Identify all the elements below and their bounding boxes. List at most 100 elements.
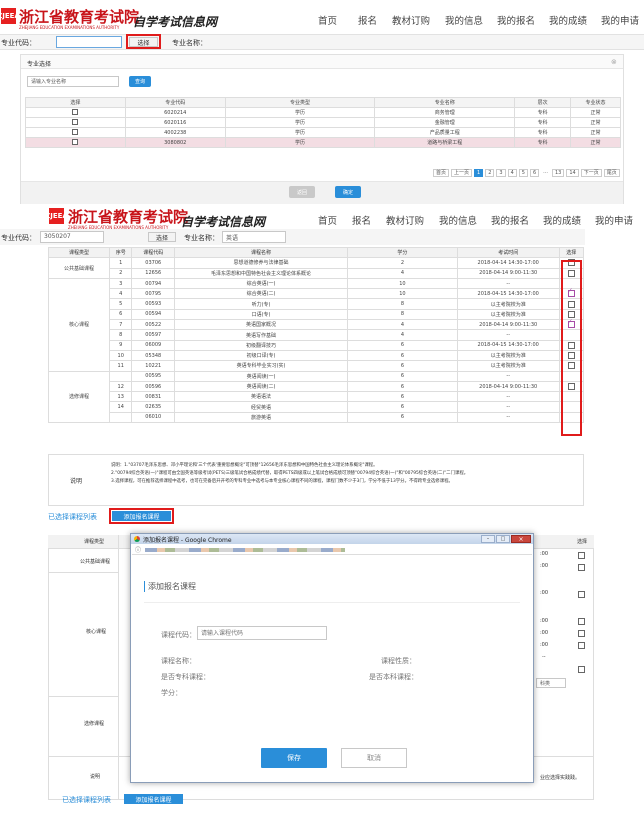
page-last[interactable]: 尾页 — [603, 169, 620, 177]
row-checkbox[interactable] — [72, 119, 79, 126]
cell-name: 道路与桥梁工程 — [374, 137, 516, 148]
code-input[interactable] — [56, 36, 122, 48]
page-2[interactable]: 2 — [485, 169, 495, 177]
close-icon[interactable]: ⊗ — [611, 58, 617, 66]
bg-time: :00 — [540, 642, 549, 648]
cell-code: 00794 — [131, 277, 176, 290]
table-row[interactable]: 选修课程 00595 英语阅读(一) 6 -- — [47, 370, 585, 424]
course-checkbox[interactable] — [578, 552, 585, 559]
modal-heading: 添加报名课程 — [144, 581, 196, 592]
cell-code: 12656 — [131, 267, 176, 279]
page-4[interactable]: 4 — [507, 169, 517, 177]
maximize-button[interactable]: □ — [496, 535, 510, 543]
select-button[interactable]: 选择 — [129, 37, 158, 47]
table-row[interactable]: 5 00593 听力(专) 8 以主考院校为准 — [49, 298, 585, 310]
nav-my-info[interactable]: 我的信息 — [445, 13, 497, 27]
cell-name: 英语阅读(二) — [174, 380, 348, 393]
course-checkbox[interactable] — [578, 564, 585, 571]
course-checkbox[interactable] — [578, 666, 585, 673]
course-checkbox[interactable] — [578, 591, 585, 598]
table-row[interactable]: 14 02635 经贸英语 6 -- — [49, 401, 585, 413]
cell-time: 以主考院校为准 — [456, 349, 560, 362]
confirm-button[interactable]: 确定 — [335, 186, 361, 198]
table-row[interactable]: 6020214 学历 商务管理 专科 正常 — [25, 107, 621, 118]
table-row[interactable]: 6020116 学历 金融管理 专科 正常 — [25, 117, 621, 128]
nav-home[interactable]: 首页 — [318, 13, 358, 27]
nav-textbook[interactable]: 教材订购 — [392, 13, 445, 27]
table-row[interactable]: 9 06009 初级翻译技巧 6 2018-04-15 14:30-17:00 — [49, 339, 585, 351]
table-row[interactable]: 6 00594 口语(专) 8 以主考院校为准 — [49, 308, 585, 321]
credit-label: 学分： — [161, 689, 182, 697]
nav-my-score[interactable]: 我的成绩 — [543, 213, 595, 227]
add-course-button[interactable]: 添加报名课程 — [112, 511, 171, 521]
nav-register[interactable]: 报名 — [352, 213, 386, 227]
add-course-button[interactable]: 添加报名课程 — [124, 794, 183, 804]
table-row[interactable]: 12 00596 英语阅读(二) 6 2018-04-14 9:00-11:30 — [49, 380, 585, 393]
table-row[interactable]: 11 10221 英语专科毕业实习(实) 6 以主考院校为准 — [49, 360, 585, 372]
bg-select-dropdown[interactable]: 科类 — [536, 678, 566, 688]
nav-my-apply[interactable]: 我的申请 — [595, 213, 641, 227]
cell-name: 英语阅读(一) — [174, 370, 348, 382]
page-5[interactable]: 5 — [518, 169, 528, 177]
page-1[interactable]: 1 — [474, 169, 484, 177]
row-checkbox[interactable] — [72, 129, 79, 136]
cell-code: 00594 — [131, 308, 176, 321]
table-row[interactable]: 4 00795 综合英语(二) 10 2018-04-15 14:30-17:0… — [49, 287, 585, 300]
page-prev[interactable]: 上一页 — [451, 169, 473, 177]
modal-divider — [144, 602, 520, 603]
table-row[interactable]: 10 05348 初级口译(专) 6 以主考院校为准 — [49, 349, 585, 362]
nav-my-info[interactable]: 我的信息 — [439, 213, 491, 227]
page-3[interactable]: 3 — [496, 169, 506, 177]
bg-type-public: 公共基础课程 — [80, 559, 111, 565]
cell-code: 02635 — [131, 401, 176, 413]
search-input[interactable]: 请输入专业名称 — [27, 76, 119, 87]
minimize-button[interactable]: – — [481, 535, 495, 543]
table-row[interactable]: 06010 旅游英语 6 -- — [49, 411, 585, 424]
page-13[interactable]: 13 — [551, 169, 565, 177]
table-row[interactable]: 7 00522 英语国家概况 4 2018-04-14 9:00-11:30 — [49, 318, 585, 331]
cell-time: 2018-04-14 9:00-11:30 — [456, 267, 560, 279]
table-row[interactable]: 4002238 学历 产品质量工程 专科 正常 — [25, 127, 621, 138]
save-button[interactable]: 保存 — [261, 748, 327, 768]
cell-name: 商务管理 — [374, 107, 516, 118]
course-checkbox[interactable] — [578, 618, 585, 625]
nav-my-score[interactable]: 我的成绩 — [549, 13, 601, 27]
name-input[interactable] — [212, 36, 280, 48]
selected-courses-link[interactable]: 已选择课程列表 — [48, 512, 97, 522]
nav-my-register[interactable]: 我的报名 — [497, 13, 549, 27]
row-checkbox[interactable] — [72, 109, 79, 116]
table-row[interactable]: 2 12656 毛泽东思想和中国特色社会主义理论体系概论 4 2018-04-1… — [49, 267, 585, 279]
page-first[interactable]: 首页 — [433, 169, 450, 177]
cell-code: 4002238 — [124, 127, 226, 138]
nav-home[interactable]: 首页 — [318, 213, 352, 227]
table-row[interactable]: 公共基础课程 1 03706 思想道德修养与法律基础 2 2018-04-14 … — [47, 257, 585, 279]
close-window-button[interactable]: × — [511, 535, 531, 543]
table-row[interactable]: 8 00597 英语写作基础 4 -- — [49, 329, 585, 341]
logo-icon: ZJEEA — [45, 208, 68, 224]
table-row[interactable]: 核心课程 3 00794 综合英语(一) 10 -- — [47, 277, 585, 372]
page-6[interactable]: 6 — [529, 169, 540, 177]
nav-textbook[interactable]: 教材订购 — [386, 213, 439, 227]
back-button[interactable]: 返回 — [289, 186, 315, 198]
selected-courses-link[interactable]: 已选择课程列表 — [62, 795, 111, 805]
course-checkbox[interactable] — [578, 642, 585, 649]
course-checkbox[interactable] — [578, 630, 585, 637]
course-code-input[interactable] — [197, 626, 327, 640]
row-checkbox[interactable] — [72, 139, 79, 146]
select-button[interactable]: 选择 — [148, 232, 176, 242]
page-14[interactable]: 14 — [566, 169, 579, 177]
table-row[interactable]: 13 00831 英语语法 6 -- — [49, 391, 585, 403]
table-row[interactable]: 3080802 学历 道路与桥梁工程 专科 正常 — [25, 137, 621, 148]
nav-my-apply[interactable]: 我的申请 — [601, 13, 644, 27]
page-next[interactable]: 下一页 — [580, 169, 602, 177]
name-input[interactable]: 英语 — [222, 231, 286, 243]
cell-code: 05348 — [131, 349, 176, 362]
cell-time: 2018-04-15 14:30-17:00 — [456, 339, 560, 351]
search-button[interactable]: 查询 — [129, 76, 151, 87]
code-input[interactable]: 3050207 — [40, 231, 104, 243]
cancel-button[interactable]: 取消 — [341, 748, 407, 768]
brand-name: 浙江省教育考试院 — [68, 208, 189, 226]
cell-type: 学历 — [224, 107, 376, 118]
nav-register[interactable]: 报名 — [358, 13, 392, 27]
nav-my-register[interactable]: 我的报名 — [491, 213, 543, 227]
